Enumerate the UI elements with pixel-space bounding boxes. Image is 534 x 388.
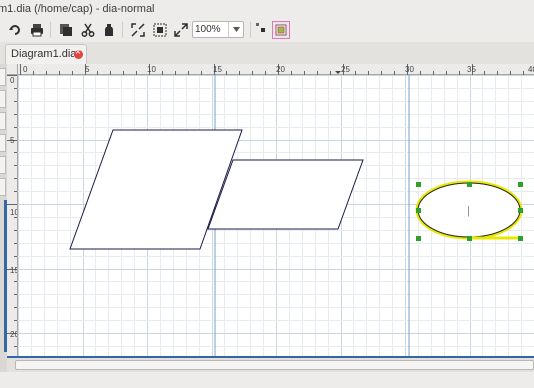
redo-icon[interactable] bbox=[6, 21, 24, 39]
status-bar bbox=[0, 372, 534, 388]
ruler-label: 0 bbox=[23, 65, 28, 74]
tab-bar: Diagram1.dia bbox=[0, 42, 534, 64]
ruler-label: 10 bbox=[10, 208, 18, 217]
zoom-combobox[interactable] bbox=[192, 21, 244, 38]
snap-to-objects-icon[interactable] bbox=[272, 21, 290, 39]
vertical-ruler: 0 5 10 15 20 bbox=[7, 75, 18, 356]
horizontal-scrollbar[interactable] bbox=[7, 356, 534, 372]
toolbar bbox=[0, 18, 534, 43]
ruler-label: 5 bbox=[10, 136, 15, 145]
window-title: m1.dia (/home/cap) - dia-normal bbox=[0, 3, 155, 15]
selection-handle[interactable] bbox=[416, 208, 421, 213]
ruler-label: 15 bbox=[213, 65, 222, 74]
ruler-label: 20 bbox=[276, 65, 285, 74]
snap-to-grid-icon[interactable] bbox=[254, 21, 272, 39]
zoom-fit-width-icon[interactable] bbox=[172, 21, 190, 39]
ellipse-text-cursor: | bbox=[467, 205, 470, 217]
tab-diagram1[interactable]: Diagram1.dia bbox=[5, 44, 87, 64]
zoom-fit-icon[interactable] bbox=[129, 21, 147, 39]
parallelogram-shape[interactable] bbox=[207, 159, 364, 230]
selection-handle[interactable] bbox=[467, 182, 472, 187]
ruler-label: 20 bbox=[10, 330, 18, 339]
zoom-100-icon[interactable] bbox=[151, 21, 169, 39]
toolbox-button[interactable] bbox=[0, 68, 6, 86]
horizontal-ruler: 0 5 10 15 20 25 30 35 40 bbox=[18, 64, 534, 75]
toolbox-edge bbox=[0, 64, 7, 372]
tab-label: Diagram1.dia bbox=[11, 48, 77, 60]
print-icon[interactable] bbox=[28, 21, 46, 39]
close-tab-icon[interactable] bbox=[74, 47, 83, 59]
toolbox-button[interactable] bbox=[0, 156, 6, 174]
selection-handle[interactable] bbox=[518, 182, 523, 187]
diagram-canvas[interactable]: | bbox=[18, 75, 534, 356]
ruler-label: 5 bbox=[85, 65, 90, 74]
zoom-input[interactable] bbox=[195, 23, 227, 36]
toolbar-separator bbox=[50, 22, 51, 38]
selection-handle[interactable] bbox=[518, 208, 523, 213]
toolbar-separator bbox=[250, 22, 251, 38]
ruler-label: 15 bbox=[10, 266, 18, 275]
ruler-label: 35 bbox=[467, 65, 476, 74]
toolbox-button[interactable] bbox=[0, 178, 6, 196]
toolbar-separator bbox=[122, 22, 123, 38]
selection-handle[interactable] bbox=[416, 236, 421, 241]
ruler-label: 25 bbox=[341, 65, 350, 74]
chevron-down-icon[interactable] bbox=[228, 22, 243, 37]
toolbox-button[interactable] bbox=[0, 112, 6, 130]
scrollbar-thumb[interactable] bbox=[15, 360, 534, 370]
ruler-label: 30 bbox=[405, 65, 414, 74]
toolbox-button[interactable] bbox=[0, 90, 6, 108]
ruler-label: 0 bbox=[10, 76, 15, 85]
selection-handle[interactable] bbox=[467, 236, 472, 241]
cut-icon[interactable] bbox=[79, 21, 97, 39]
selection-handle[interactable] bbox=[518, 236, 523, 241]
paste-icon[interactable] bbox=[100, 21, 118, 39]
ruler-label: 10 bbox=[147, 65, 156, 74]
window-titlebar: m1.dia (/home/cap) - dia-normal bbox=[0, 0, 534, 18]
ellipse-shape[interactable]: | bbox=[415, 180, 523, 240]
selection-handle[interactable] bbox=[416, 182, 421, 187]
copy-icon[interactable] bbox=[57, 21, 75, 39]
toolbox-button[interactable] bbox=[0, 134, 6, 152]
ruler-corner bbox=[7, 64, 18, 75]
ruler-label: 40 bbox=[528, 65, 534, 74]
